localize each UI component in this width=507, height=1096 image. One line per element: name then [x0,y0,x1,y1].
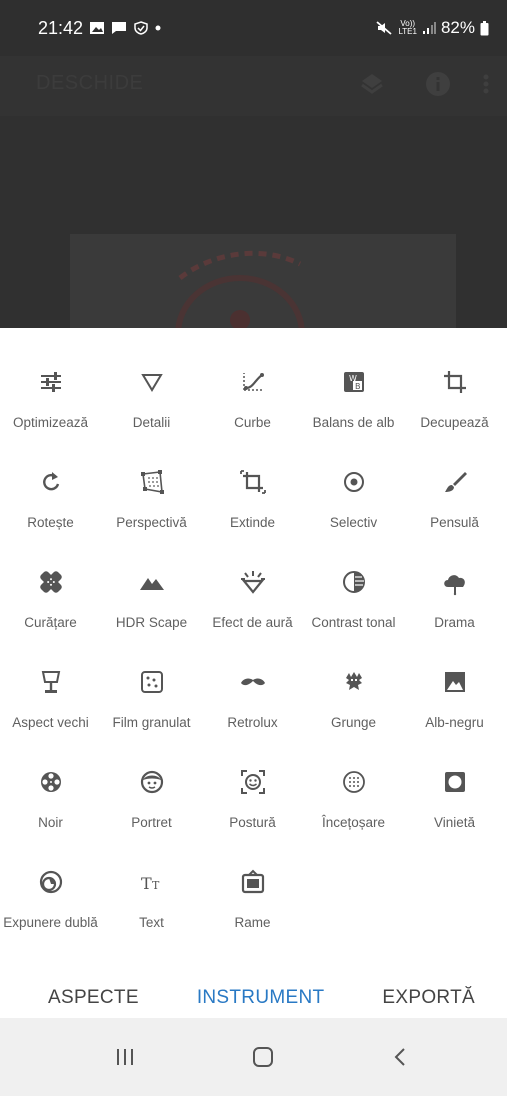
tool-7[interactable]: Perspectivă [101,428,202,538]
photo-canvas [0,116,507,393]
brush-icon [445,472,467,492]
tool-1[interactable]: Optimizează [0,328,101,438]
tool-22[interactable]: Portret [101,728,202,838]
healing-icon [40,571,62,593]
screen: 21:42 Vo)) LTE1 82% DESCHIDE Optimizează… [0,0,507,1096]
battery-icon [480,20,489,35]
film-reel-icon [41,772,61,792]
tool-18[interactable]: Retrolux [202,628,303,738]
tool-20[interactable]: Alb-negru [404,628,505,738]
tool-27[interactable]: T T Text [101,828,202,938]
glamour-glow-icon [241,571,265,594]
tool-3[interactable]: Curbe [202,328,303,438]
tool-15[interactable]: Drama [404,528,505,638]
tool-10[interactable]: Pensulă [404,428,505,538]
svg-text:B: B [355,382,361,391]
signal-icon [422,22,436,34]
crop-icon [444,371,466,393]
gallery-notification-icon [90,22,105,34]
cloud-icon [444,575,465,596]
text-icon: TT [141,874,160,893]
grainy-film-icon [141,671,163,693]
more-options-icon[interactable] [480,70,492,98]
tool-24[interactable]: Încețoșare [303,728,404,838]
mute-icon [376,21,393,35]
triangle-down-icon [141,374,163,392]
tool-28[interactable]: Rame [202,828,303,938]
tool-label: Rame [234,915,271,930]
tool-label: Expunere dublă [3,915,98,930]
tab-aspecte[interactable]: ASPECTE [48,987,139,1009]
mustache-icon [241,678,265,686]
network-label: LTE1 [398,27,417,36]
face-icon [140,770,164,794]
lens-blur-icon [343,771,365,793]
rotate-icon [43,472,60,491]
tool-8[interactable]: Extinde [202,428,303,538]
tool-21[interactable]: Noir [0,728,101,838]
selective-icon [344,472,364,492]
dot-notification-icon [155,25,161,31]
tool-19[interactable]: Grunge [303,628,404,738]
face-pose-icon [241,770,265,794]
frame-icon [241,869,265,894]
info-icon[interactable] [424,70,452,98]
svg-text:T: T [141,874,152,893]
tonal-contrast-icon [343,571,365,593]
black-white-icon [445,672,465,692]
tool-14[interactable]: Contrast tonal [303,528,404,638]
tool-label: Încețoșare [321,815,386,830]
system-nav-bar [0,1018,507,1096]
curves-icon [243,373,264,391]
home-icon[interactable] [248,1042,278,1072]
bottom-tabs: ASPECTE INSTRUMENT EXPORTĂ [0,978,507,1018]
tool-9[interactable]: Selectiv [303,428,404,538]
clock: 21:42 [38,17,84,38]
perspective-icon [141,470,164,494]
tab-instrument[interactable]: INSTRUMENT [197,987,325,1009]
tool-16[interactable]: Aspect vechi [0,628,101,738]
tool-2[interactable]: Detalii [101,328,202,438]
layers-icon[interactable] [358,70,386,98]
mountains-icon [140,578,164,590]
tool-23[interactable]: Postură [202,728,303,838]
double-exposure-icon [39,870,63,894]
svg-text:T: T [152,879,160,892]
tool-25[interactable]: Vinietă [404,728,505,838]
battery-percent: 82% [440,18,475,37]
open-button[interactable]: DESCHIDE [36,72,143,95]
grunge-icon [346,672,362,690]
tool-11[interactable]: Curățare [0,528,101,638]
tab-exporta[interactable]: EXPORTĂ [382,987,475,1009]
tool-17[interactable]: Film granulat [101,628,202,738]
white-balance-icon: WB [344,372,364,392]
tool-label: Vinietă [433,815,476,830]
tool-13[interactable]: Efect de aură [202,528,303,638]
vintage-lamp-icon [41,671,61,693]
expand-icon [240,470,266,494]
shield-notification-icon [134,21,148,35]
tool-5[interactable]: Decupează [404,328,505,438]
status-bar: 21:42 Vo)) LTE1 82% [0,0,507,56]
vignette-icon [445,772,465,792]
tool-12[interactable]: HDR Scape [101,528,202,638]
message-notification-icon [112,22,127,34]
tool-label: Text [139,915,164,930]
tool-4[interactable]: W B Balans de alb [303,328,404,438]
back-icon[interactable] [386,1042,416,1072]
tool-6[interactable]: Rotește [0,428,101,538]
tools-sheet: Optimizează Detalii Curbe W B Balans de alb De… [0,328,507,1018]
app-bar: DESCHIDE [0,56,507,116]
recent-apps-icon[interactable] [110,1042,140,1072]
tune-sliders-icon [41,372,61,392]
tool-26[interactable]: Expunere dublă [0,828,101,938]
